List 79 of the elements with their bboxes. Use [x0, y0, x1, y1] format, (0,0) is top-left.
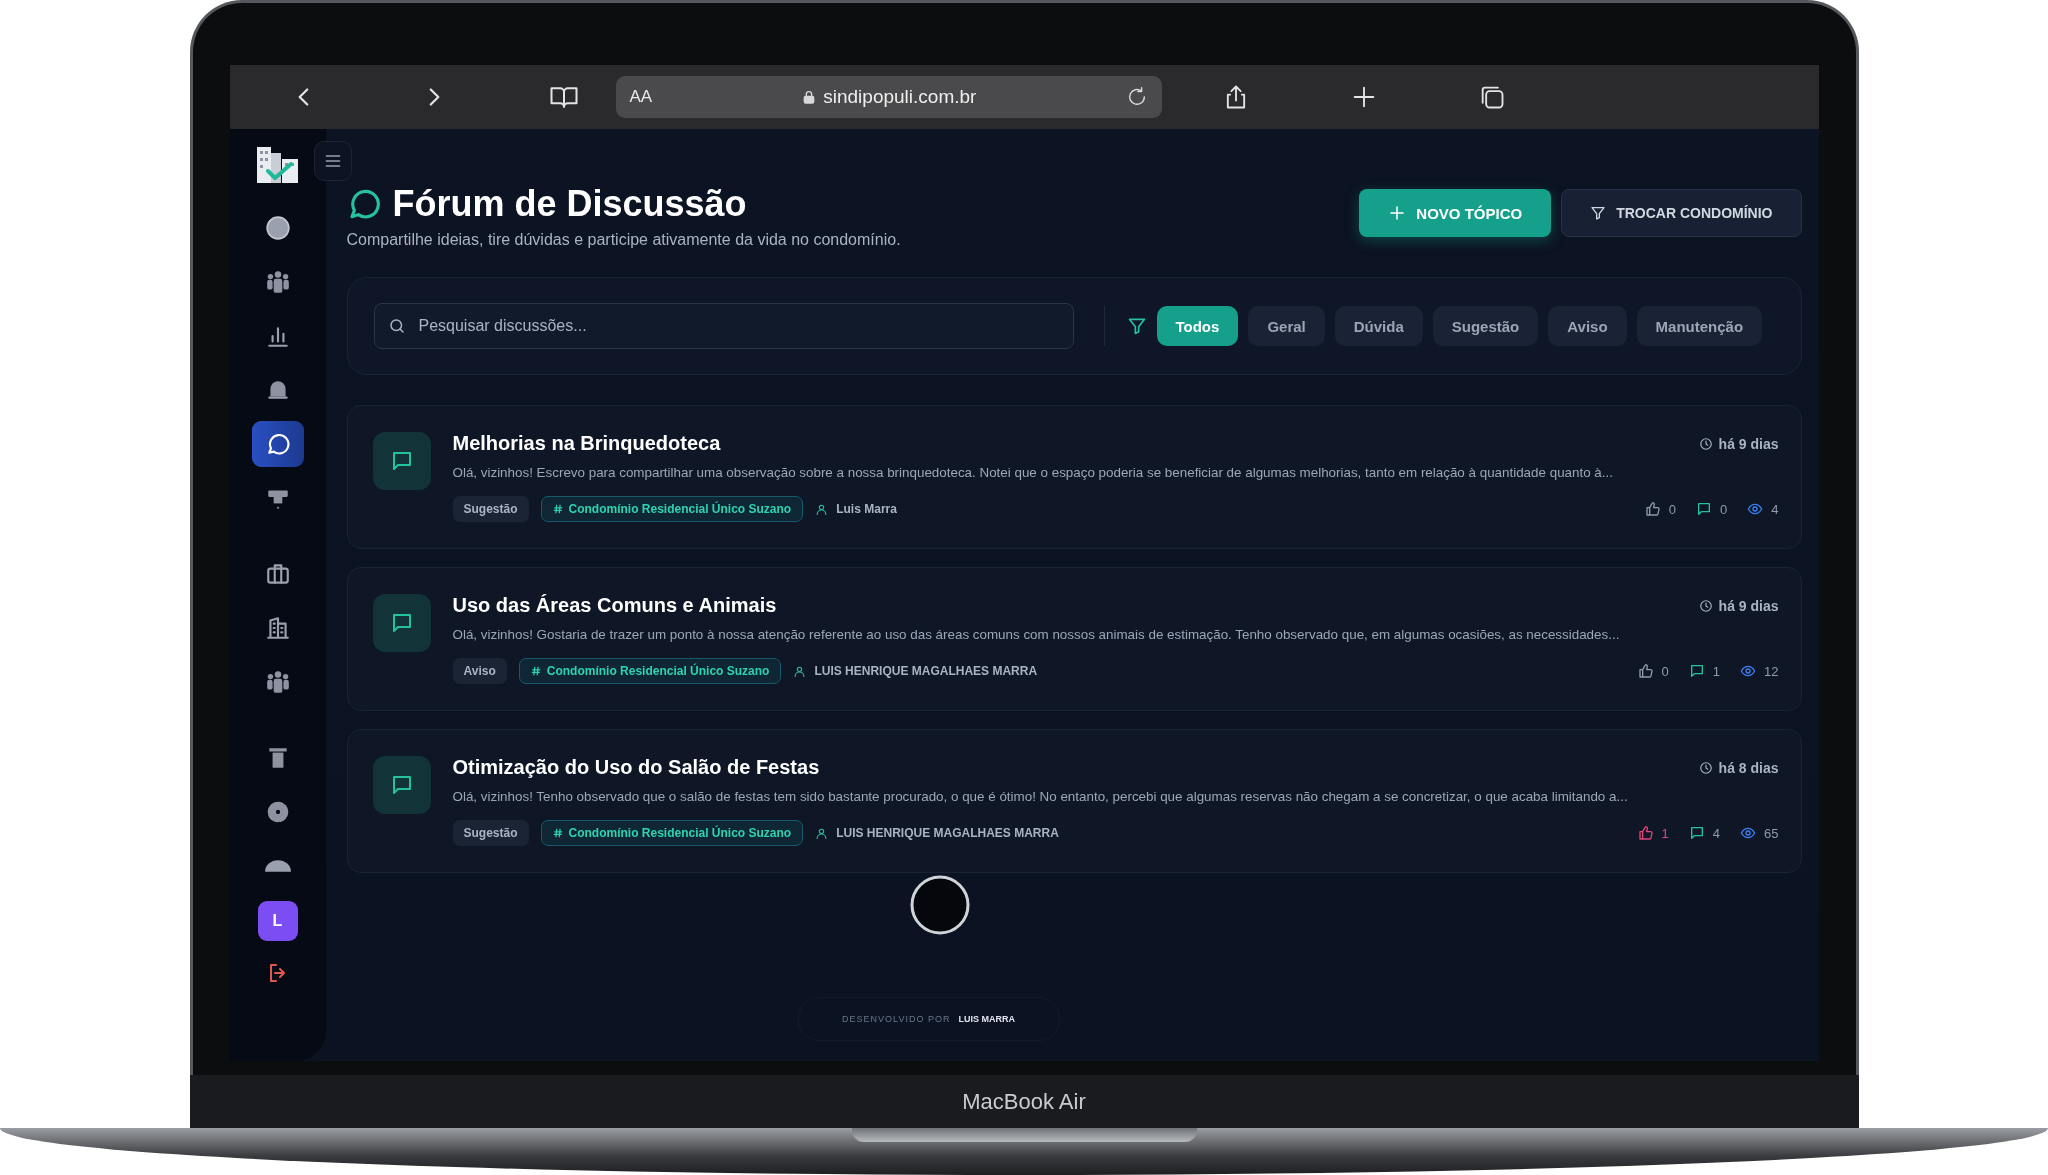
comment-icon — [1696, 501, 1713, 517]
briefcase-icon — [264, 561, 291, 587]
filter-chip[interactable]: Todos — [1156, 306, 1239, 346]
author-name: LUIS HENRIQUE MAGALHAES MARRA — [836, 826, 1059, 840]
filter-chip[interactable]: Manutenção — [1636, 306, 1763, 346]
page-subtitle: Compartilhe ideias, tire dúvidas e participe ativamente da vida no condomínio. — [346, 231, 901, 249]
user-avatar[interactable]: L — [257, 901, 298, 941]
topic-title[interactable]: Uso das Áreas Comuns e Animais — [452, 594, 777, 617]
thumbs-up-icon — [1637, 663, 1654, 679]
clock-icon — [1698, 436, 1713, 451]
menu-button[interactable] — [313, 141, 352, 181]
condo-tag: Condomínio Residencial Único Suzano — [540, 496, 804, 522]
user-icon — [815, 826, 829, 840]
topic-title[interactable]: Otimização do Uso do Salão de Festas — [452, 756, 820, 779]
topic-excerpt: Olá, vizinhos! Tenho observado que o salão de festas tem sido bastante procurado, o que é ótimo! No entanto, percebi que algumas reservas não chegam a se concretizar, o que acaba limitando a... — [452, 789, 1629, 804]
topic-card[interactable] — [346, 567, 1802, 711]
topic-excerpt: Olá, vizinhos! Gostaria de trazer um ponto à nossa atenção referente ao uso das áreas comuns com nossos animais de estimação. Tenho observado que, em algumas ocasiões, as necessidades... — [452, 627, 1621, 642]
view-count: 12 — [1764, 663, 1779, 679]
page-title: Fórum de Discussão — [392, 183, 747, 225]
building-icon — [264, 615, 291, 641]
condo-tag: Condomínio Residencial Único Suzano — [540, 820, 804, 846]
topic-time: há 9 dias — [1718, 435, 1779, 452]
sidebar-item[interactable] — [251, 421, 304, 467]
user-icon — [793, 664, 807, 678]
like-count: 0 — [1661, 663, 1669, 679]
author-name: Luis Marra — [836, 502, 897, 516]
people-icon — [264, 269, 291, 295]
filter-icon — [1590, 205, 1607, 221]
topic-card[interactable] — [346, 405, 1802, 549]
topic-time: há 9 dias — [1718, 597, 1779, 614]
comment-count: 0 — [1720, 501, 1728, 517]
eye-icon — [1747, 501, 1764, 517]
search-field[interactable]: Pesquisar discussões... — [373, 303, 1074, 349]
circle-icon — [264, 215, 291, 241]
new-topic-button[interactable]: NOVO TÓPICO — [1359, 189, 1552, 237]
eye-icon — [1740, 825, 1757, 841]
people-icon — [264, 669, 291, 695]
hash-icon — [552, 504, 563, 514]
topic-card[interactable] — [346, 729, 1802, 873]
filter-chip[interactable]: Geral — [1248, 306, 1325, 346]
comment-count: 1 — [1712, 663, 1721, 679]
eye-icon — [1740, 663, 1757, 679]
footer-author: LUIS MARRA — [958, 1014, 1015, 1024]
filter-chip[interactable]: Sugestão — [1432, 306, 1539, 346]
comment-icon — [1688, 825, 1705, 841]
filter-chip[interactable]: Dúvida — [1334, 306, 1423, 346]
change-condo-button[interactable]: TROCAR CONDOMÍNIO — [1561, 189, 1802, 237]
thumbs-up-icon — [1637, 825, 1654, 841]
condo-tag: Condomínio Residencial Único Suzano — [518, 658, 782, 684]
view-count: 65 — [1764, 825, 1779, 841]
hash-icon — [530, 666, 541, 676]
user-icon — [815, 502, 829, 516]
loading-ring — [909, 875, 970, 935]
search-icon — [387, 317, 406, 335]
address-bar[interactable]: AA sindipopuli.com.br — [615, 76, 1162, 118]
clock-icon — [1698, 598, 1713, 613]
comment-icon — [1688, 663, 1705, 679]
like-count: 1 — [1661, 825, 1669, 841]
clock-icon — [1698, 760, 1713, 775]
device-label: MacBook Air — [962, 1088, 1086, 1115]
category-tag: Sugestão — [452, 496, 529, 522]
url-text: sindipopuli.com.br — [823, 86, 977, 108]
comment-count: 4 — [1712, 825, 1721, 841]
reader-label[interactable]: AA — [629, 87, 653, 107]
plus-icon — [1388, 204, 1407, 222]
filter-chip[interactable]: Aviso — [1548, 306, 1627, 346]
dome-icon — [264, 860, 291, 872]
topic-time: há 8 dias — [1718, 759, 1779, 776]
author-name: LUIS HENRIQUE MAGALHAES MARRA — [814, 664, 1038, 678]
category-tag: Aviso — [452, 658, 507, 684]
like-count: 0 — [1668, 501, 1677, 517]
topic-excerpt: Olá, vizinhos! Escrevo para compartilhar uma observação sobre a nossa brinquedoteca. Notei que o espaço poderia se beneficiar de algumas melhorias, tanto em relação à quantidade quanto à... — [452, 465, 1614, 480]
topic-title[interactable]: Melhorias na Brinquedoteca — [452, 432, 721, 455]
thumbs-up-icon — [1644, 501, 1661, 517]
filter-icon — [1126, 316, 1147, 336]
view-count: 4 — [1771, 501, 1779, 517]
footer-credit: DESENVOLVIDO POR — [842, 1014, 951, 1024]
hash-icon — [552, 828, 563, 838]
category-tag: Sugestão — [452, 820, 529, 846]
